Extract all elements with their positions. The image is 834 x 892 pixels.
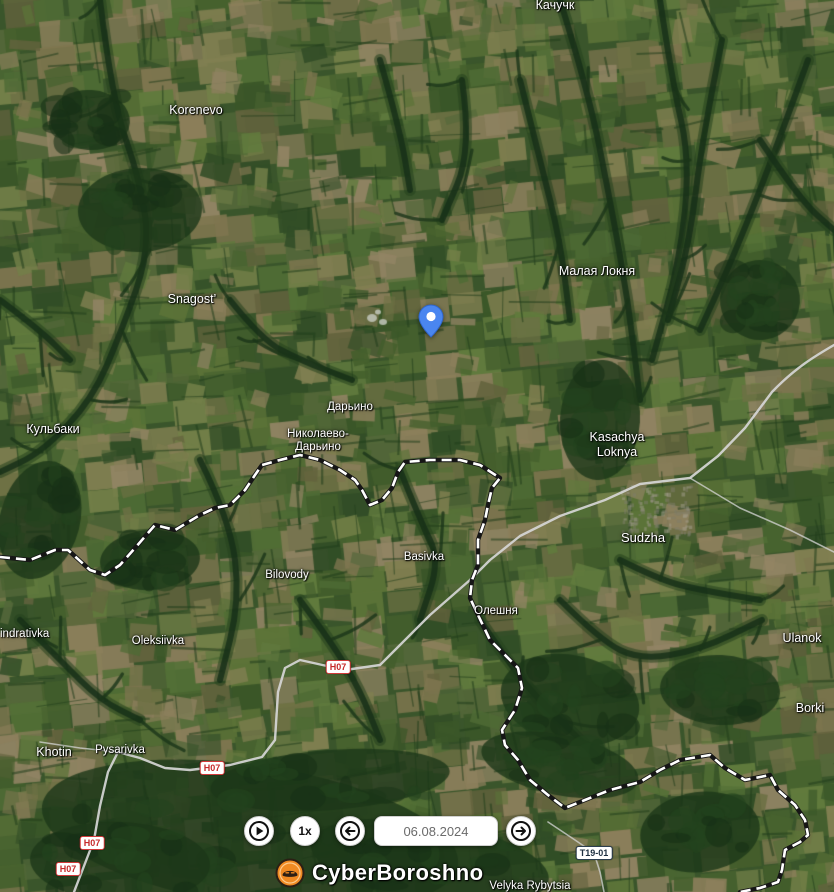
satellite-imagery[interactable] [0, 0, 834, 892]
place-label-line: Николаево- [287, 428, 349, 440]
previous-date-button[interactable] [335, 816, 365, 846]
road-badge-h07: H07 [199, 761, 225, 775]
place-label-oleksiivka: Oleksiivka [131, 635, 185, 647]
speed-label: 1x [298, 824, 312, 838]
brand-logo: CyberBoroshno [275, 858, 483, 888]
place-label-kachuchk: Качучк [535, 0, 575, 12]
play-icon [249, 821, 269, 841]
arrow-left-icon [340, 821, 360, 841]
place-label-oleshnya: Олешня [474, 605, 518, 617]
place-label-velyka-rybytsia: Velyka Rybytsia [489, 880, 571, 892]
speed-button[interactable]: 1x [290, 816, 320, 846]
place-label-kindrativka: indrativka [0, 628, 50, 640]
place-label-kulbaki: Кульбаки [26, 422, 80, 436]
place-label-kasachya-loknya: Kasachya Loknya [590, 430, 645, 460]
playback-controls: 1x 06.08.2024 [244, 816, 536, 846]
place-label-ulanok: Ulanok [782, 631, 822, 645]
place-label-pysarivka: Pysarivka [95, 744, 145, 756]
road-badge-h07: H07 [325, 660, 351, 674]
brand-name: CyberBoroshno [312, 860, 484, 885]
place-label-bilovody: Bilovody [265, 569, 309, 581]
road-badge-h07: H07 [55, 862, 81, 876]
play-button[interactable] [244, 816, 274, 846]
place-label-nikolaevo-daryino: Николаево- Дарьино [287, 428, 349, 454]
arrow-left-icon-arrow [345, 826, 356, 836]
pin-dot [426, 311, 436, 322]
place-label-sudzha: Sudzha [620, 530, 666, 545]
place-label-malaya-loknya: Малая Локня [558, 264, 636, 278]
place-label-line: Kasachya [589, 430, 645, 444]
place-label-basivka: Basivka [403, 551, 445, 563]
place-label-khotin: Khotin [36, 745, 72, 759]
date-field[interactable]: 06.08.2024 [374, 816, 498, 846]
place-label-line: Loknya [596, 445, 638, 459]
place-label-borki: Borki [795, 701, 825, 715]
date-value: 06.08.2024 [403, 823, 469, 839]
road-badge-h07: H07 [79, 836, 105, 850]
place-label-snagost: Snagost’ [167, 292, 217, 306]
logo-icon [275, 858, 305, 888]
place-label-line: Дарьино [295, 441, 341, 453]
road-badge-t19-01: T19-01 [575, 846, 613, 860]
arrow-right-icon [511, 821, 531, 841]
play-icon-triangle [256, 826, 264, 836]
place-label-daryino: Дарьино [327, 401, 373, 413]
place-label-korenevo: Korenevo [169, 103, 223, 117]
next-date-button[interactable] [506, 816, 536, 846]
map-pin-icon[interactable] [418, 304, 444, 338]
arrow-right-icon-arrow [515, 826, 526, 836]
